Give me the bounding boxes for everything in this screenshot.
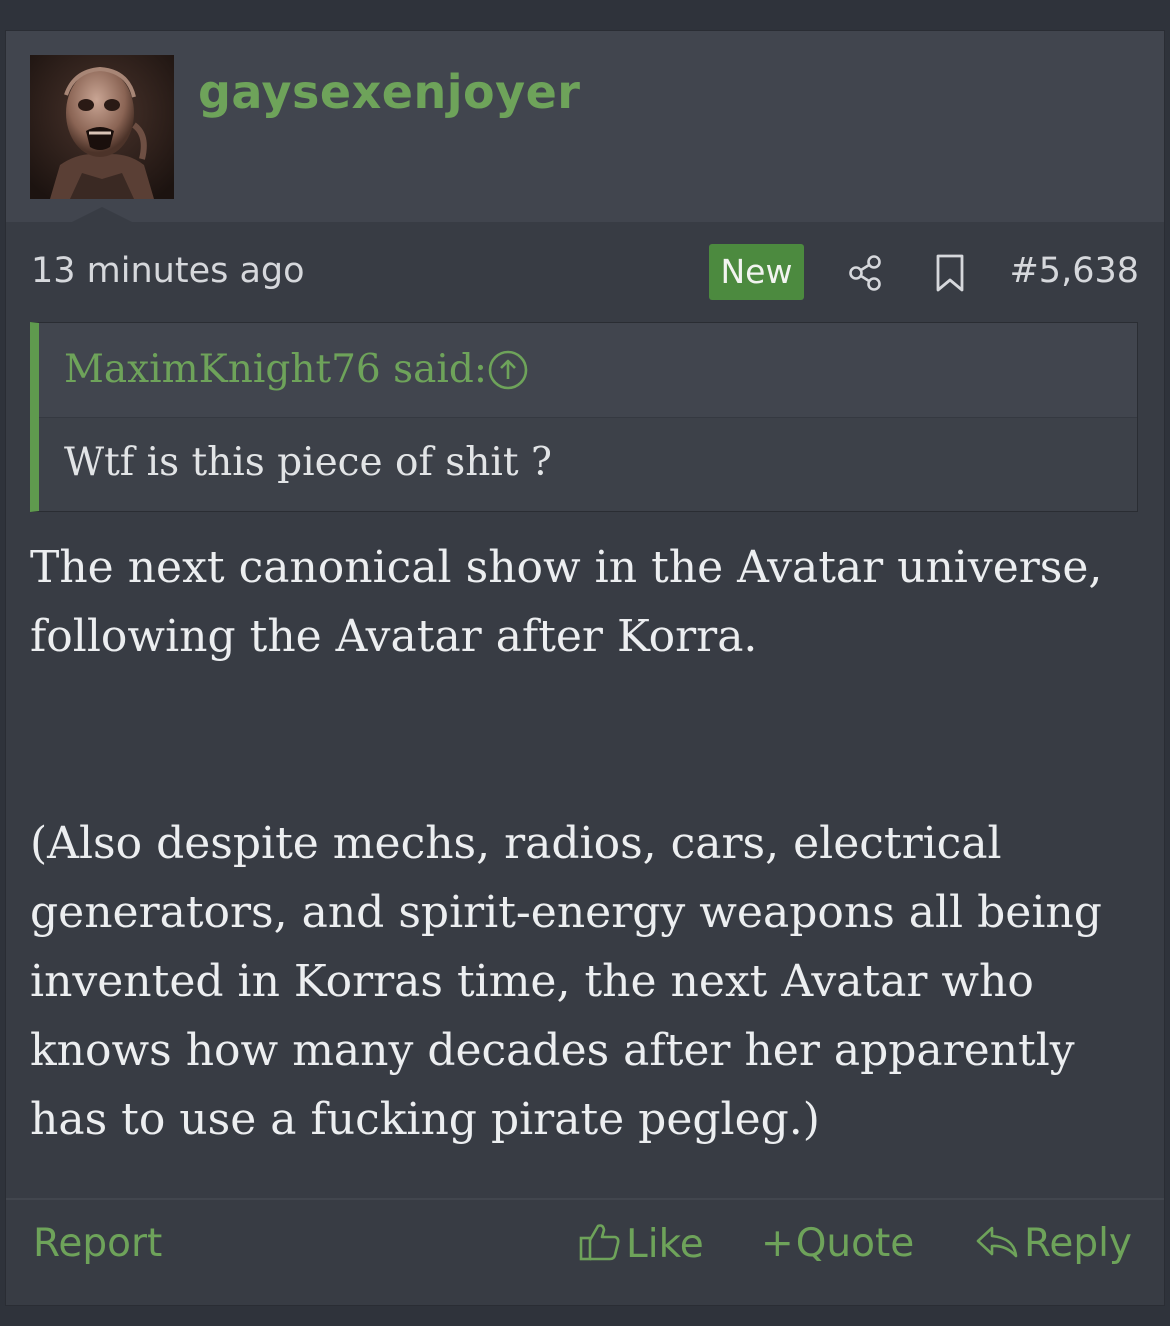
user-header: gaysexenjoyer [6,31,1164,222]
header-notch [72,207,132,222]
body-line: The next canonical show in the Avatar un… [30,542,1103,593]
quote-label: Quote [795,1221,915,1266]
quote-text: Wtf is this piece of shit ? [64,440,552,485]
username-link[interactable]: gaysexenjoyer [198,65,580,119]
avatar[interactable] [30,55,174,199]
quote-button[interactable]: +Quote [761,1221,914,1266]
quote-author[interactable]: MaximKnight76 said: [64,347,487,392]
post-body-paragraph-2: (Also despite mechs, radios, cars, elect… [30,809,1140,1154]
like-button[interactable]: Like [578,1221,704,1267]
body-line: has to use a fucking pirate pegleg.) [30,1094,820,1145]
post-meta-bar: 13 minutes ago New #5,638 [6,243,1164,303]
post-number-link[interactable]: #5,638 [1009,251,1139,291]
body-line: following the Avatar after Korra. [30,611,758,662]
like-label: Like [626,1222,704,1267]
bookmark-icon[interactable] [932,253,968,293]
reply-arrow-icon [976,1226,1018,1258]
post-body-paragraph-1: The next canonical show in the Avatar un… [30,533,1140,671]
quote-block: MaximKnight76 said: Wtf is this piece of… [30,322,1138,512]
body-line: invented in Korras time, the next Avatar… [30,956,1034,1007]
body-line: generators, and spirit-energy weapons al… [30,887,1102,938]
post-footer: Report Like +Quote Reply [6,1198,1164,1307]
post-timestamp[interactable]: 13 minutes ago [31,251,305,291]
new-badge: New [709,244,804,300]
quote-title: MaximKnight76 said: [39,323,1137,418]
report-button[interactable]: Report [33,1221,162,1266]
post-card: gaysexenjoyer 13 minutes ago New #5,638 … [6,31,1164,1305]
reply-label: Reply [1024,1221,1133,1266]
share-icon[interactable] [846,253,886,293]
thumbs-up-icon [579,1224,620,1261]
plus-icon: + [761,1221,794,1266]
body-line: (Also despite mechs, radios, cars, elect… [30,818,1002,869]
avatar-image [30,55,174,199]
body-line: knows how many decades after her apparen… [30,1025,1075,1076]
reply-button[interactable]: Reply [974,1221,1132,1266]
arrow-up-circle-icon[interactable] [487,349,529,391]
